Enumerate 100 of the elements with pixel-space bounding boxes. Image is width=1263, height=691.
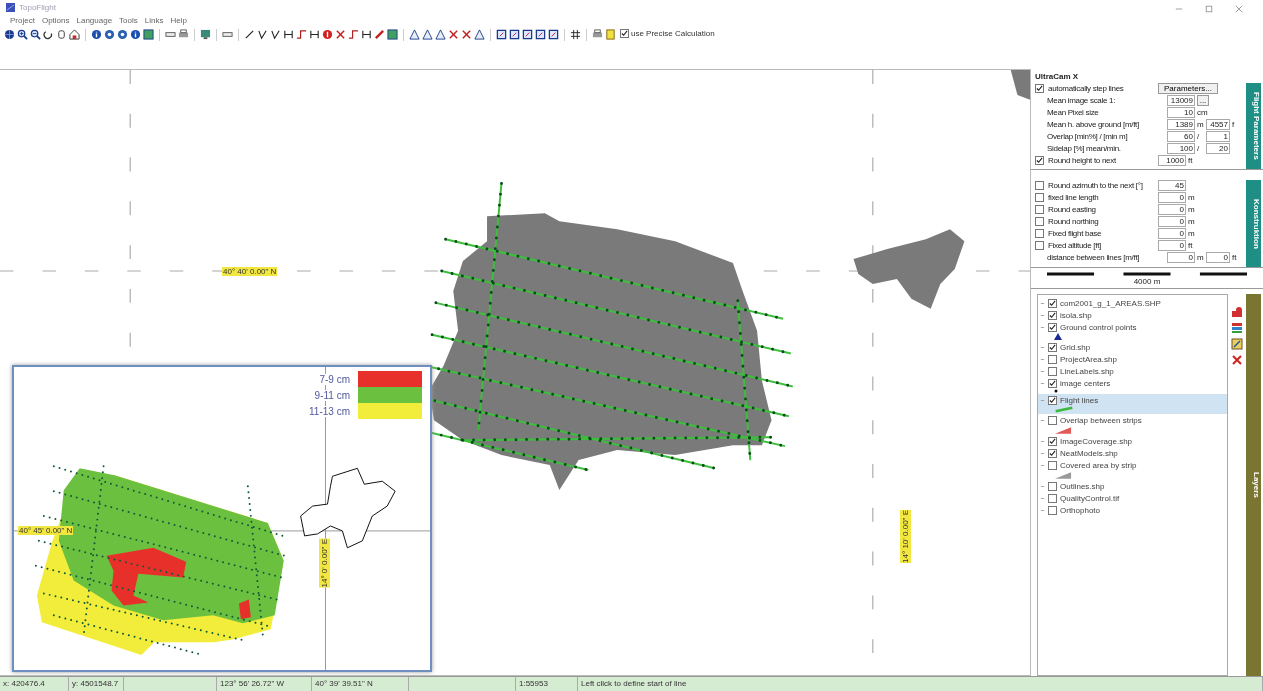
input-field[interactable]: 13009 (1167, 95, 1195, 106)
monitor-icon[interactable] (200, 29, 211, 40)
layer-item[interactable]: image centers (1038, 377, 1227, 394)
input-field[interactable]: 20 (1206, 143, 1230, 154)
layer-item[interactable]: Overlap between strips (1038, 414, 1227, 435)
diagonal-line-icon[interactable] (244, 29, 255, 40)
browse-button[interactable]: ... (1197, 95, 1209, 106)
checkbox[interactable] (1048, 460, 1057, 470)
rotate-icon[interactable] (43, 29, 54, 40)
input-field[interactable]: 100 (1167, 143, 1195, 154)
input-field[interactable]: 0 (1158, 228, 1186, 239)
checkbox[interactable] (1048, 378, 1057, 388)
zoom-out-icon[interactable] (30, 29, 41, 40)
cross-line-icon[interactable] (309, 29, 320, 40)
checkbox[interactable] (1035, 229, 1044, 238)
checkbox[interactable] (1048, 342, 1057, 352)
checkbox[interactable] (1048, 493, 1057, 503)
checkbox[interactable] (1035, 84, 1044, 93)
checkbox[interactable] (1048, 298, 1057, 308)
input-field[interactable]: 60 (1167, 131, 1195, 142)
checkbox[interactable] (1048, 310, 1057, 320)
layer-item[interactable]: Outlines.shp (1038, 480, 1227, 492)
map-canvas[interactable]: 40° 40' 0.00" N 14° 10' 0.00" E 40° 45' 0.00" N 14° 0' 0.00" E 7-9 cm 9-11 cm 11-13 cm (0, 69, 1031, 676)
layer-item[interactable]: isola.shp (1038, 309, 1227, 321)
layer-item[interactable]: Orthophoto (1038, 504, 1227, 516)
input-field[interactable]: 1000 (1158, 155, 1186, 166)
checkbox[interactable] (1048, 436, 1057, 446)
checkbox[interactable] (1048, 354, 1057, 364)
precise-calculation-checkbox[interactable]: use Precise Calculation (620, 29, 715, 38)
gear-icon[interactable] (117, 29, 128, 40)
layer-item[interactable]: LineLabels.shp (1038, 365, 1227, 377)
polyline-icon[interactable] (257, 29, 268, 40)
bracket-icon[interactable] (283, 29, 294, 40)
input-field[interactable]: 0 (1158, 204, 1186, 215)
parameters-button[interactable]: Parameters... (1158, 83, 1218, 94)
menu-item[interactable]: Links (144, 15, 164, 25)
layer-item[interactable]: Flight lines (1038, 394, 1227, 414)
layer-item[interactable]: Ground control points (1038, 321, 1227, 341)
remove-layer-icon[interactable] (1231, 354, 1243, 366)
side-tab[interactable]: Layers (1246, 294, 1261, 676)
checkbox[interactable] (1035, 181, 1044, 190)
checkbox[interactable] (1048, 448, 1057, 458)
add-layer-icon[interactable] (1231, 306, 1243, 318)
info-icon[interactable] (91, 29, 102, 40)
checkbox[interactable] (1035, 205, 1044, 214)
checkbox[interactable] (1048, 505, 1057, 515)
polyline-icon[interactable] (270, 29, 281, 40)
checkbox[interactable] (1035, 241, 1044, 250)
printer-icon[interactable] (592, 29, 603, 40)
ruler-icon[interactable] (165, 29, 176, 40)
triangle-icon[interactable] (474, 29, 485, 40)
grid-icon[interactable] (570, 29, 581, 40)
properties-icon[interactable] (1231, 338, 1243, 350)
input-field[interactable]: 1 (1206, 131, 1230, 142)
square-icon[interactable] (509, 29, 520, 40)
checkbox[interactable] (1035, 156, 1044, 165)
gear-icon[interactable] (104, 29, 115, 40)
input-field[interactable]: 0 (1158, 216, 1186, 227)
menu-item[interactable]: Options (41, 15, 70, 25)
input-field[interactable]: 0 (1206, 252, 1230, 263)
square-icon[interactable] (387, 29, 398, 40)
square-icon[interactable] (535, 29, 546, 40)
checkbox[interactable] (1048, 395, 1057, 405)
input-field[interactable]: 0 (1167, 252, 1195, 263)
cross-icon[interactable] (448, 29, 459, 40)
document-icon[interactable] (605, 29, 616, 40)
checkbox[interactable] (1048, 481, 1057, 491)
input-field[interactable]: 4557 (1206, 119, 1230, 130)
checkbox[interactable] (1048, 415, 1057, 425)
input-field[interactable]: 1389 (1167, 119, 1195, 130)
circle-icon[interactable] (322, 29, 333, 40)
zoom-in-icon[interactable] (17, 29, 28, 40)
cross-icon[interactable] (461, 29, 472, 40)
triangle-icon[interactable] (435, 29, 446, 40)
side-tab[interactable]: Flight Parameters (1246, 83, 1261, 169)
slash-icon[interactable] (374, 29, 385, 40)
menu-item[interactable]: Language (76, 15, 113, 25)
step-line-icon[interactable] (296, 29, 307, 40)
layer-item[interactable]: NeatModels.shp (1038, 447, 1227, 459)
maximize-icon[interactable] (1205, 5, 1213, 13)
printer-icon[interactable] (178, 29, 189, 40)
triangle-icon[interactable] (409, 29, 420, 40)
menu-item[interactable]: Tools (119, 15, 138, 25)
layer-item[interactable]: ImageCoverage.shp (1038, 435, 1227, 447)
triangle-icon[interactable] (422, 29, 433, 40)
input-field[interactable]: 0 (1158, 192, 1186, 203)
globe-icon[interactable] (4, 29, 15, 40)
checkbox[interactable] (1035, 193, 1044, 202)
square-icon[interactable] (496, 29, 507, 40)
menu-item[interactable]: Project (10, 15, 35, 25)
map-icon[interactable] (143, 29, 154, 40)
layer-item[interactable]: ProjectArea.shp (1038, 353, 1227, 365)
checkbox[interactable] (1035, 217, 1044, 226)
cross-icon[interactable] (335, 29, 346, 40)
menu-item[interactable]: Help (170, 15, 187, 25)
home-icon[interactable] (69, 29, 80, 40)
input-field[interactable]: 45 (1158, 180, 1186, 191)
square-icon[interactable] (522, 29, 533, 40)
layer-item[interactable]: Covered area by strip (1038, 459, 1227, 480)
input-field[interactable]: 0 (1158, 240, 1186, 251)
